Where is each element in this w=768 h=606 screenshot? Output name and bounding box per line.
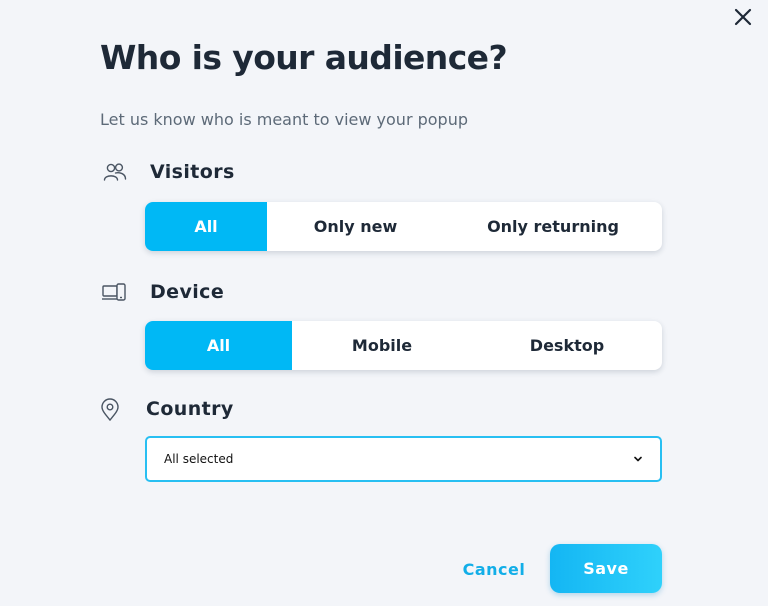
page-title: Who is your audience? (100, 38, 508, 77)
close-icon (734, 8, 752, 26)
close-button[interactable] (732, 6, 754, 28)
devices-icon (101, 280, 127, 306)
device-option-mobile[interactable]: Mobile (292, 321, 472, 370)
save-button[interactable]: Save (550, 544, 662, 593)
cancel-button[interactable]: Cancel (455, 553, 533, 585)
users-icon (102, 160, 128, 186)
page-subtitle: Let us know who is meant to view your po… (100, 110, 469, 129)
device-option-all[interactable]: All (145, 321, 292, 370)
device-option-desktop[interactable]: Desktop (472, 321, 662, 370)
visitors-segmented-control: All Only new Only returning (145, 202, 662, 251)
country-select[interactable]: All selected (145, 436, 662, 482)
chevron-down-icon (632, 453, 644, 465)
device-label: Device (150, 281, 225, 303)
device-segmented-control: All Mobile Desktop (145, 321, 662, 370)
visitors-label: Visitors (150, 161, 235, 183)
location-pin-icon (97, 397, 123, 423)
country-label: Country (146, 398, 234, 420)
country-select-value: All selected (164, 452, 234, 466)
visitors-option-only-new[interactable]: Only new (267, 202, 444, 251)
visitors-option-only-returning[interactable]: Only returning (444, 202, 662, 251)
visitors-option-all[interactable]: All (145, 202, 267, 251)
